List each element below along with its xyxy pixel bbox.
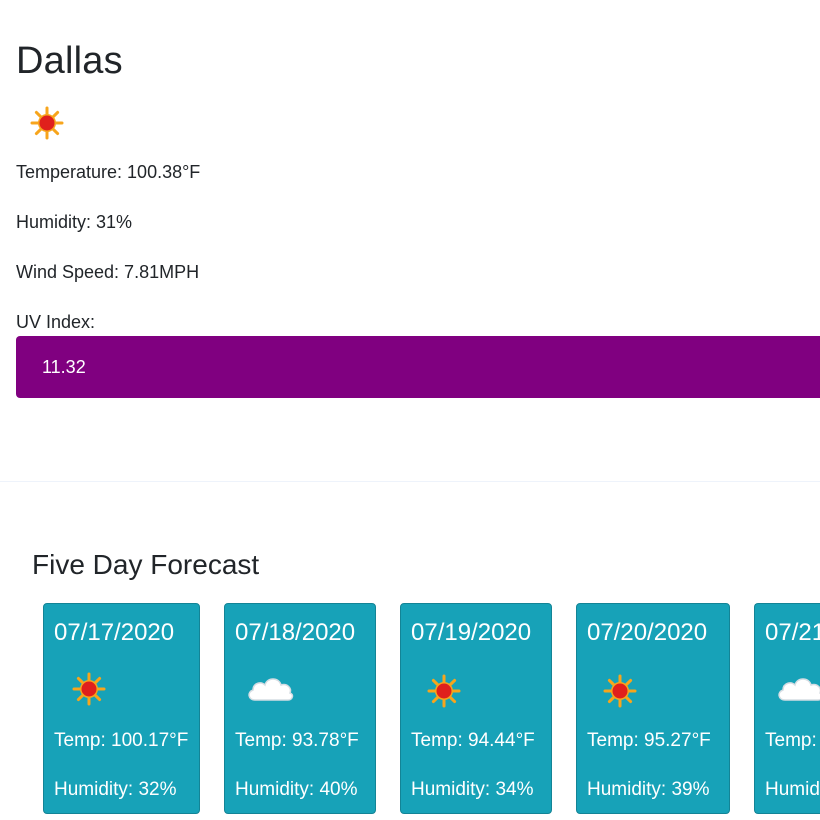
section-divider — [0, 481, 820, 482]
sun-icon — [427, 674, 477, 714]
forecast-title: Five Day Forecast — [32, 549, 260, 580]
forecast-temp: Temp: 93.78°F — [235, 730, 359, 751]
city-name: Dallas — [16, 40, 123, 82]
forecast-humidity: Humidity: 32% — [54, 779, 177, 800]
sun-icon — [603, 674, 653, 714]
uv-index-badge: 11.32 — [16, 336, 820, 398]
forecast-card: 07/19/2020 Temp: 94.44°F Humidity: 34% — [400, 603, 552, 814]
forecast-humidity: Humidity: 34% — [411, 779, 534, 800]
forecast-date: 07/17/2020 — [54, 619, 175, 646]
forecast-temp: Temp: 100.17°F — [54, 730, 189, 751]
cloud-icon — [775, 672, 820, 712]
humidity-text: Humidity: 31% — [16, 212, 133, 232]
forecast-card: 07/18/2020 Temp: 93.78°F Humidity: 40% — [224, 603, 376, 814]
wind-speed-text: Wind Speed: 7.81MPH — [16, 262, 200, 282]
temperature-text: Temperature: 100.38°F — [16, 162, 201, 182]
sun-icon — [30, 106, 64, 140]
forecast-temp: Temp: 95.27°F — [587, 730, 711, 751]
forecast-card: 07/17/2020 Temp: 100.17°F Humidity: 32% — [43, 603, 200, 814]
forecast-cards: 07/17/2020 Temp: 100.17°F Humidity: 32% … — [0, 603, 820, 820]
forecast-humidity: Humidity: 39% — [587, 779, 710, 800]
forecast-temp: Temp: 94.44°F — [411, 730, 535, 751]
forecast-humidity: Humidity: 3 — [765, 779, 820, 800]
forecast-date: 07/21/2020 — [765, 619, 820, 646]
uv-index-label: UV Index: — [16, 312, 96, 332]
uv-index-value: 11.32 — [42, 356, 86, 377]
forecast-card: 07/20/2020 Temp: 95.27°F Humidity: 39% — [576, 603, 730, 814]
cloud-icon — [245, 672, 295, 712]
forecast-humidity: Humidity: 40% — [235, 779, 358, 800]
forecast-date: 07/18/2020 — [235, 619, 356, 646]
weather-dashboard: Dallas Temperature: 100.38°F Humidity: 3… — [0, 0, 820, 820]
forecast-card: 07/21/2020 Temp: 9 Humidity: 3 — [754, 603, 820, 814]
forecast-temp: Temp: 9 — [765, 730, 820, 751]
sun-icon — [72, 672, 122, 712]
forecast-date: 07/20/2020 — [587, 619, 708, 646]
forecast-date: 07/19/2020 — [411, 619, 532, 646]
